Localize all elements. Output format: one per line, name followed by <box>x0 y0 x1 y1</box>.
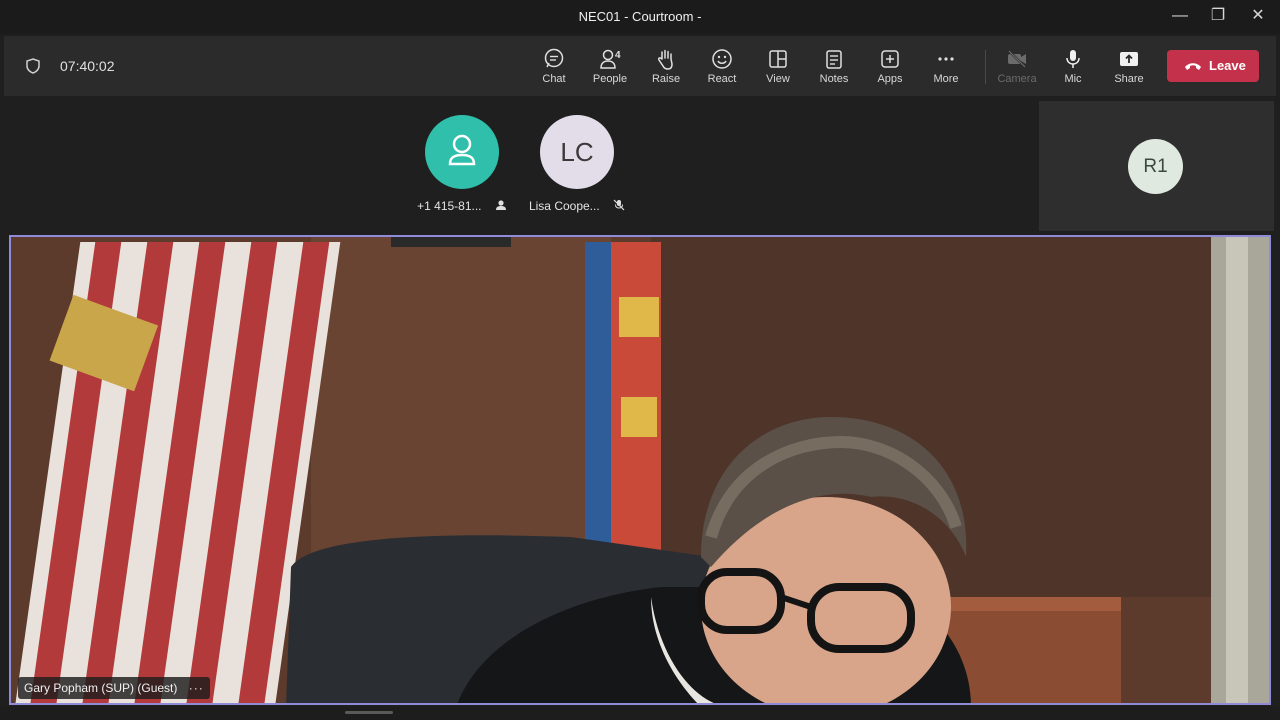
meeting-timer: 07:40:02 <box>60 58 115 74</box>
phone-user-icon <box>495 199 507 214</box>
hand-icon <box>658 49 673 70</box>
participant-tile[interactable]: LC Lisa Coope... <box>522 115 632 214</box>
window-title: NEC01 - Courtroom - <box>578 9 702 24</box>
apps-button[interactable]: Apps <box>862 46 918 92</box>
smiley-icon <box>712 49 732 69</box>
self-view-tile[interactable]: R1 <box>1039 101 1274 231</box>
hang-up-icon <box>1185 63 1201 70</box>
avatar: LC <box>540 115 614 189</box>
minimize-icon[interactable]: — <box>1162 4 1198 28</box>
share-icon <box>1120 52 1138 66</box>
view-label: View <box>766 73 790 85</box>
ellipsis-icon <box>938 57 954 61</box>
participant-name: +1 415-81... <box>417 199 482 213</box>
view-button[interactable]: View <box>750 46 806 92</box>
restore-icon[interactable]: ❐ <box>1200 4 1236 28</box>
more-button[interactable]: More <box>918 46 974 92</box>
close-icon[interactable]: ✕ <box>1240 4 1276 28</box>
people-label: People <box>592 73 628 85</box>
more-label: More <box>933 73 959 85</box>
people-button[interactable]: 4 People <box>582 46 638 92</box>
title-bar: NEC01 - Courtroom - — ❐ ✕ <box>0 0 1280 34</box>
people-count-badge: 4 <box>615 50 621 61</box>
notes-button[interactable]: Notes <box>806 46 862 92</box>
shield-icon <box>26 58 40 79</box>
bottom-strip <box>0 706 1280 720</box>
plus-icon <box>881 50 899 68</box>
chat-button[interactable]: Chat <box>526 46 582 92</box>
share-label: Share <box>1114 73 1144 85</box>
leave-label: Leave <box>1209 58 1246 73</box>
video-feed <box>11 237 1269 703</box>
notes-icon <box>826 50 842 69</box>
avatar: R1 <box>1128 139 1183 194</box>
meeting-toolbar: 07:40:02 Chat 4 People Raise React View … <box>4 36 1276 96</box>
participant-options-icon[interactable]: ··· <box>189 681 204 695</box>
apps-label: Apps <box>877 73 903 85</box>
mic-button[interactable]: Mic <box>1045 46 1101 92</box>
react-button[interactable]: React <box>694 46 750 92</box>
mic-icon <box>1066 50 1080 68</box>
participant-tile[interactable]: +1 415-81... <box>407 115 517 214</box>
notes-label: Notes <box>819 73 849 85</box>
person-icon <box>448 134 476 166</box>
camera-button[interactable]: Camera <box>989 46 1045 92</box>
camera-off-icon <box>1008 50 1026 68</box>
mic-label: Mic <box>1064 73 1082 85</box>
speaker-name-tag[interactable]: Gary Popham (SUP) (Guest) ··· <box>18 677 210 699</box>
speaker-name: Gary Popham (SUP) (Guest) <box>24 681 178 695</box>
chat-label: Chat <box>542 73 566 85</box>
raise-hand-button[interactable]: Raise <box>638 46 694 92</box>
toolbar-divider <box>985 50 986 84</box>
raise-label: Raise <box>651 73 681 85</box>
main-video-stage[interactable]: Gary Popham (SUP) (Guest) ··· <box>9 235 1271 705</box>
scrollbar-thumb[interactable] <box>345 711 393 714</box>
participant-name: Lisa Coope... <box>528 199 600 213</box>
mic-off-icon <box>613 199 625 214</box>
avatar <box>425 115 499 189</box>
share-button[interactable]: Share <box>1101 46 1157 92</box>
chat-icon <box>544 48 564 68</box>
camera-label: Camera <box>997 73 1037 85</box>
leave-button[interactable]: Leave <box>1167 50 1259 82</box>
react-label: React <box>707 73 737 85</box>
layout-icon <box>769 50 787 68</box>
